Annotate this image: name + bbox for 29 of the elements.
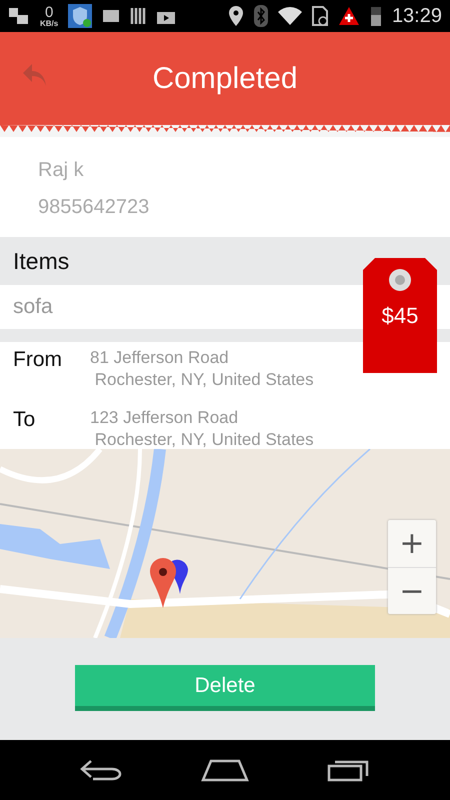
warning-icon [338, 6, 360, 26]
item-name: sofa [13, 295, 53, 319]
address-line: 123 Jefferson Road [90, 408, 240, 428]
address-line: Rochester, NY, United States [94, 430, 314, 450]
zoom-out-button[interactable]: − [388, 567, 436, 614]
battery-icon [370, 5, 382, 27]
customer-name: Raj k [38, 159, 85, 182]
sim-icon [312, 6, 328, 26]
shield-icon [68, 4, 92, 28]
notification-icon [8, 6, 30, 26]
address-line: Rochester, NY, United States [94, 370, 314, 390]
location-icon [228, 5, 244, 27]
home-icon[interactable] [201, 758, 249, 782]
clock: 13:29 [392, 4, 442, 28]
bluetooth-icon [254, 5, 268, 27]
screen-title: Completed [152, 62, 298, 96]
route-label: From [13, 348, 63, 373]
phone-number: 9855642723 [38, 196, 150, 219]
recent-apps-icon[interactable] [327, 758, 371, 782]
price: $45 [380, 303, 420, 329]
barcode-icon [130, 7, 146, 25]
wifi-icon [278, 7, 302, 25]
route-label: To [13, 408, 36, 433]
speed-unit: KB/s [40, 20, 58, 28]
network-speed: 0 [44, 4, 54, 20]
items-label: Items [13, 248, 70, 274]
address-line: 81 Jefferson Road [90, 348, 230, 368]
back-icon[interactable] [79, 759, 123, 781]
zoom-in-button[interactable]: + [388, 520, 436, 567]
